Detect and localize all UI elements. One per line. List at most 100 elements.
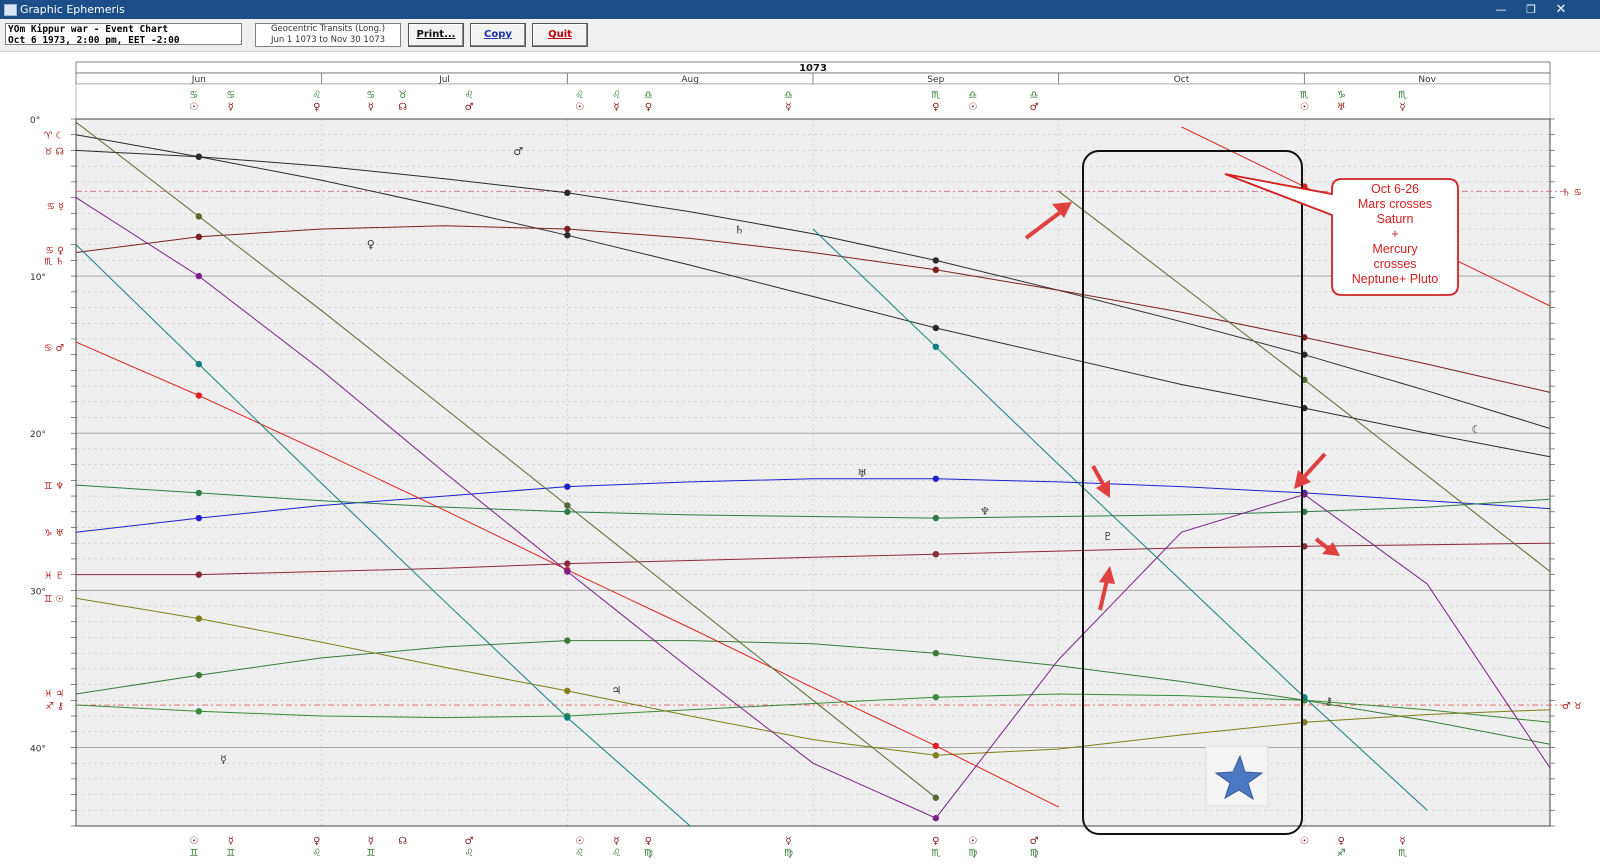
left-sign-label: ♋ ♂	[44, 343, 64, 354]
top-sign-glyph: ♑	[1337, 90, 1346, 101]
marker-neptune	[932, 514, 940, 522]
window-title: Graphic Ephemeris	[20, 3, 125, 16]
bottom-planet-glyph: ☿	[1400, 836, 1406, 847]
marker-asteroid	[564, 502, 571, 509]
quit-button[interactable]: Quit	[532, 23, 588, 47]
transits-range: Jun 1 1073 to Nov 30 1073	[270, 34, 386, 45]
left-sign-label: ♓ ♇	[44, 571, 64, 582]
grid: 1073Jun Jul Aug Sep Oct Nov0°10°20°30°40°	[30, 61, 1565, 827]
bottom-planet-glyph: ☿	[785, 836, 791, 847]
top-planet-glyph: ♂	[465, 102, 474, 113]
top-sign-glyph: ♎	[644, 90, 653, 101]
top-planet-glyph: ☿	[613, 102, 619, 113]
left-sign-label: ♏ ♄	[44, 256, 64, 267]
top-sign-glyph: ♏	[931, 90, 940, 101]
top-sign-glyph: ♌	[465, 90, 474, 101]
bottom-sign-glyph: ♍	[784, 848, 793, 859]
curve-glyph-label: ♀	[367, 238, 375, 251]
marker-uranus	[195, 514, 203, 522]
top-sign-glyph: ♎	[968, 90, 977, 101]
top-planet-glyph: ♅	[1337, 102, 1346, 113]
left-sign-label: ♓ ♃	[44, 688, 64, 699]
bottom-planet-glyph: ☊	[398, 836, 407, 847]
restore-icon[interactable]: ❐	[1516, 0, 1546, 19]
chart-date: Oct 6 1973, 2:00 pm, EET -2:00	[8, 35, 180, 46]
bottom-planet-glyph: ☿	[228, 836, 234, 847]
month-label-sep: Sep	[927, 75, 944, 85]
bottom-planet-glyph: ♀	[1338, 836, 1345, 847]
print-button[interactable]: Print...	[408, 23, 464, 47]
bottom-sign-glyph: ♊	[366, 848, 375, 859]
left-sign-label: ♋ ☿	[47, 201, 64, 212]
marker-uranus	[932, 475, 940, 482]
top-planet-glyph: ☉	[968, 102, 977, 113]
callout-line: Neptune+ Pluto	[1352, 272, 1439, 286]
marker-saturn	[932, 266, 940, 274]
app-icon	[4, 4, 17, 16]
marker-mercury	[564, 568, 571, 575]
top-sign-glyph: ♋	[189, 90, 198, 101]
top-sign-glyph: ♌	[575, 90, 584, 101]
star-image	[1205, 745, 1269, 807]
toolbar: YOm Kippur war - Event Chart Oct 6 1973,…	[0, 19, 1600, 52]
ephemeris-chart: 1073Jun Jul Aug Sep Oct Nov0°10°20°30°40° ♈ ☾…	[0, 52, 1600, 864]
top-sign-glyph: ♎	[1030, 90, 1039, 101]
bottom-sign-glyph: ♏	[1398, 848, 1407, 859]
left-sign-label: ♊ ☉	[44, 594, 64, 605]
marker-venus	[564, 714, 571, 721]
top-planet-glyph: ♂	[1030, 102, 1039, 113]
curve-glyph-label: ♅	[857, 467, 867, 480]
right-sign-label: ♂ ♉	[1562, 701, 1582, 712]
curve-glyph-label: ♃	[612, 684, 622, 697]
top-sign-glyph: ♎	[784, 90, 793, 101]
marker-uranus	[564, 483, 571, 490]
close-icon[interactable]: ✕	[1546, 0, 1576, 19]
y-tick-label: 40°	[30, 744, 46, 754]
top-planet-glyph: ☉	[575, 102, 584, 113]
transits-info-box: Geocentric Transits (Long.) Jun 1 1073 t…	[255, 23, 401, 47]
curve-glyph-label: ♇	[1103, 530, 1113, 543]
top-planet-glyph: ☉	[189, 102, 198, 113]
bottom-planet-glyph: ♀	[313, 836, 320, 847]
month-label-oct: Oct	[1174, 75, 1190, 85]
month-label-aug: Aug	[681, 75, 699, 85]
marker-sun	[932, 752, 940, 759]
left-sign-label: ♉ ☊	[44, 146, 64, 157]
callout-line: crosses	[1373, 257, 1416, 271]
callout-line: Mercury	[1372, 242, 1418, 256]
top-sign-glyph: ♋	[226, 90, 235, 101]
copy-button[interactable]: Copy	[470, 23, 526, 47]
left-sign-label: ♋ ♀	[46, 245, 65, 256]
top-planet-glyph: ☉	[1300, 102, 1309, 113]
marker-venus	[932, 343, 940, 351]
y-tick-label: 20°	[30, 430, 46, 440]
bottom-planet-glyph: ♂	[465, 836, 474, 847]
marker-pluto	[195, 571, 203, 578]
bottom-planet-glyph: ♀	[932, 836, 939, 847]
top-planet-glyph: ♀	[932, 102, 939, 113]
year-label: 1073	[799, 63, 827, 74]
curve-glyph-label: ☾	[1471, 423, 1481, 436]
marker-sun	[564, 687, 571, 695]
bottom-sign-glyph: ♌	[312, 848, 321, 859]
marker-neptune	[564, 508, 571, 515]
marker-venus	[195, 360, 203, 368]
left-sign-label: ♐ ⚷	[46, 701, 65, 712]
month-label-jul: Jul	[438, 75, 450, 85]
marker-chiron	[195, 708, 203, 715]
bottom-planet-glyph: ☉	[1300, 836, 1309, 847]
transits-type: Geocentric Transits (Long.)	[270, 24, 386, 34]
bottom-sign-glyph: ♍	[644, 848, 653, 859]
right-sign-label: ♄ ♋	[1562, 187, 1582, 198]
bottom-sign-glyph: ♏	[931, 848, 940, 859]
chart-name: YOm Kippur war - Event Chart	[8, 24, 169, 35]
marker-jupiter	[564, 637, 571, 644]
minimize-icon[interactable]: —	[1486, 0, 1516, 19]
bottom-planet-glyph: ☉	[575, 836, 584, 847]
left-sign-label: ♑ ♅	[44, 528, 64, 539]
curve-glyph-label: ♆	[980, 505, 990, 518]
bottom-planet-glyph: ♀	[645, 836, 652, 847]
callout-line: Mars crosses	[1358, 197, 1432, 211]
bottom-planet-glyph: ♂	[1030, 836, 1039, 847]
callout-line: Saturn	[1377, 212, 1414, 226]
